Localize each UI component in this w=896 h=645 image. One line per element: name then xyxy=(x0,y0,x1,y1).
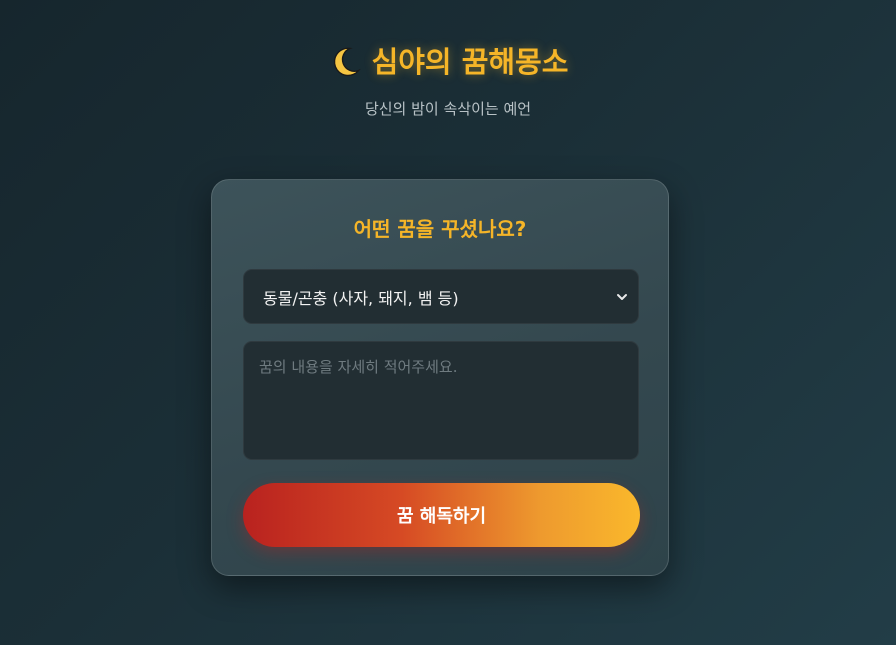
dream-category-selected-value: 동물/곤충 (사자, 돼지, 뱀 등) xyxy=(263,288,459,308)
page-subtitle: 당신의 밤이 속삭이는 예언 xyxy=(364,100,532,118)
dream-category-select[interactable]: 동물/곤충 (사자, 돼지, 뱀 등) xyxy=(243,269,639,324)
page-header: 심야의 꿈해몽소 당신의 밤이 속삭이는 예언 xyxy=(0,40,896,120)
dream-description-textarea[interactable]: 꿈의 내용을 자세히 적어주세요. xyxy=(243,341,639,460)
crescent-moon-icon xyxy=(333,47,361,77)
chevron-down-icon xyxy=(617,293,627,300)
interpret-dream-button[interactable]: 꿈 해독하기 xyxy=(243,483,640,547)
dream-form-card: 어떤 꿈을 꾸셨나요? 동물/곤충 (사자, 돼지, 뱀 등) 꿈의 내용을 자… xyxy=(211,179,669,576)
page-title-text: 심야의 꿈해몽소 xyxy=(371,45,569,79)
page-title: 심야의 꿈해몽소 xyxy=(328,40,569,84)
form-heading: 어떤 꿈을 꾸셨나요? xyxy=(353,217,527,241)
